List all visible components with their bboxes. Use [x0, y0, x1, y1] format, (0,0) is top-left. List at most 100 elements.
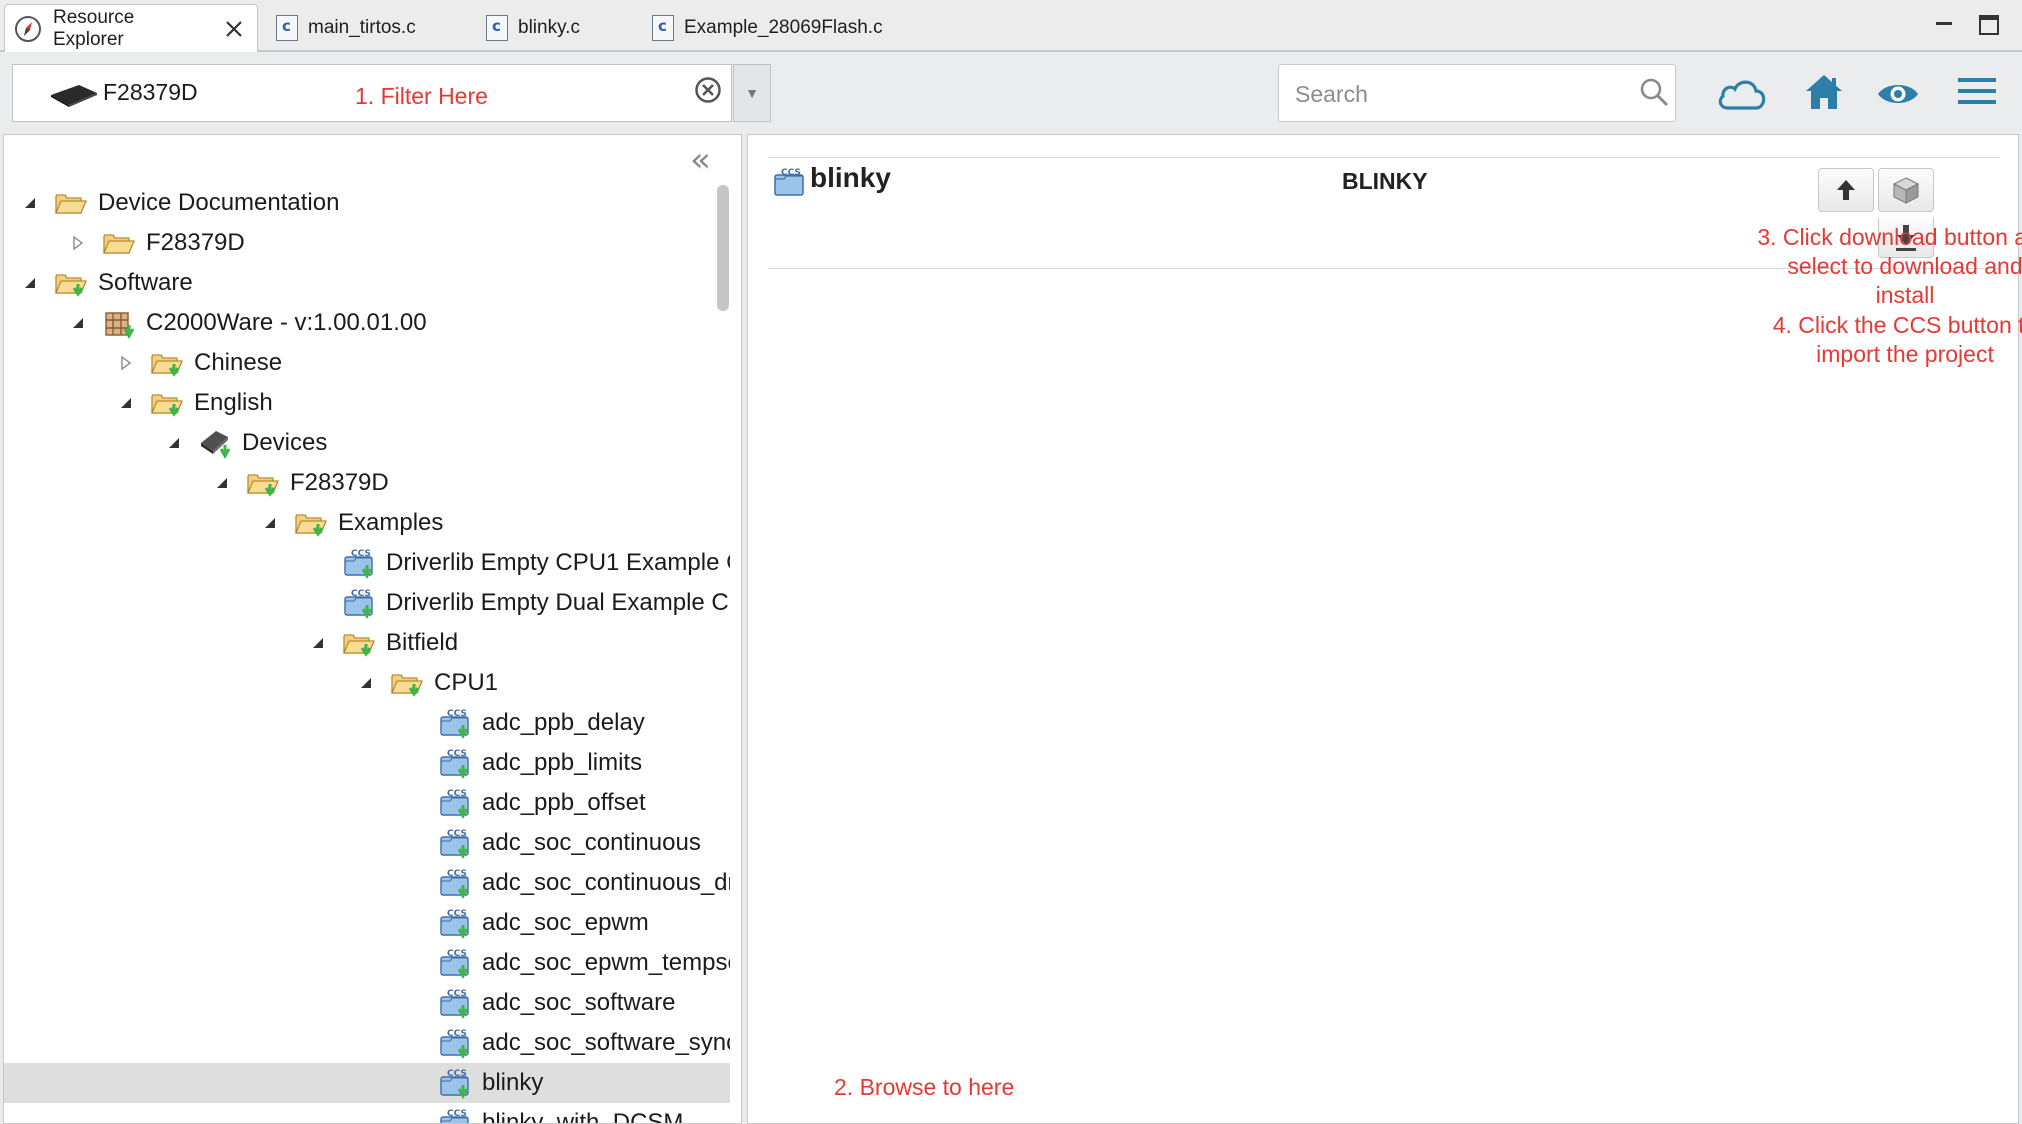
tree-item[interactable]: English	[4, 383, 730, 423]
tree-item[interactable]: C2000Ware - v:1.00.01.00	[4, 303, 730, 343]
tree-item[interactable]: CPU1	[4, 663, 730, 703]
tree-item-label: Driverlib Empty Dual Example CC	[386, 589, 730, 616]
collapse-panel-icon[interactable]: «	[690, 143, 711, 177]
expand-arrow-icon[interactable]	[114, 351, 138, 375]
tree-item[interactable]: CCS adc_soc_epwm_tempsensor	[4, 943, 730, 983]
download-annotation: 3. Click download button and select to d…	[1650, 223, 2022, 310]
search-field[interactable]	[1278, 64, 1676, 122]
tree-item-label: Bitfield	[386, 629, 459, 656]
folder-icon	[54, 268, 88, 298]
detail-heading: BLINKY	[1342, 168, 1428, 194]
collapse-arrow-icon[interactable]	[354, 671, 378, 695]
tree-item[interactable]: Bitfield	[4, 623, 730, 663]
tree-item[interactable]: CCS Driverlib Empty Dual Example CC	[4, 583, 730, 623]
tree-item[interactable]: CCS adc_soc_continuous	[4, 823, 730, 863]
tree-item[interactable]: Software	[4, 263, 730, 303]
tree-item[interactable]: CCS adc_soc_continuous_dma	[4, 863, 730, 903]
filter-dropdown-button[interactable]: ▼	[733, 64, 771, 122]
tree-item[interactable]: CCS adc_soc_software	[4, 983, 730, 1023]
package-icon	[102, 308, 136, 339]
clear-filter-icon[interactable]	[693, 75, 723, 110]
annotation-line: 4. Click the CCS button to	[1772, 312, 2022, 338]
tree-item-label: CPU1	[434, 669, 499, 696]
detail-title: blinky	[810, 162, 891, 193]
tree-item[interactable]: CCS adc_ppb_offset	[4, 783, 730, 823]
collapse-arrow-icon[interactable]	[258, 511, 282, 535]
collapse-arrow-icon[interactable]	[306, 631, 330, 655]
tab-resource-explorer[interactable]: Resource Explorer	[4, 4, 258, 52]
svg-text:CCS: CCS	[447, 949, 467, 959]
tree-scrollbar-thumb[interactable]	[717, 185, 729, 311]
go-up-button[interactable]	[1818, 168, 1874, 212]
tree-item-label: F28379D	[290, 469, 389, 496]
collapse-arrow-icon[interactable]	[18, 271, 42, 295]
tree-item[interactable]: CCS adc_soc_epwm	[4, 903, 730, 943]
ccs-project-icon: CCS	[438, 948, 472, 979]
collapse-arrow-icon[interactable]	[162, 431, 186, 455]
resource-detail-panel: CCS blinky BLINKY 3. Click download butt…	[747, 134, 2022, 1124]
tree-item[interactable]: Examples	[4, 503, 730, 543]
chip-icon	[49, 81, 99, 112]
folder-icon	[102, 228, 136, 258]
svg-text:CCS: CCS	[447, 989, 467, 999]
ccs-project-icon: CCS	[438, 788, 472, 819]
arrow-up-icon	[1837, 180, 1855, 200]
ccs-project-icon: CCS	[438, 1108, 472, 1123]
device-filter-field[interactable]: F28379D 1. Filter Here	[12, 64, 732, 122]
collapse-arrow-icon[interactable]	[114, 391, 138, 415]
tree-item-label: Driverlib Empty CPU1 Example C	[386, 549, 730, 576]
ccs-project-icon: CCS	[438, 1068, 472, 1099]
maximize-icon[interactable]	[1978, 14, 2000, 41]
minimize-icon[interactable]	[1934, 14, 1954, 39]
tree-item-label: adc_soc_continuous_dma	[482, 869, 730, 896]
tab-label: Example_28069Flash.c	[684, 17, 883, 38]
collapse-arrow-icon[interactable]	[210, 471, 234, 495]
tree-item[interactable]: CCS blinky	[4, 1063, 730, 1103]
tree-item-label: Device Documentation	[98, 189, 340, 216]
tree-item[interactable]: F28379D	[4, 463, 730, 503]
tab-example-flash[interactable]: Example_28069Flash.c	[652, 4, 883, 52]
eye-icon[interactable]	[1876, 80, 1920, 113]
tree-item-label: adc_soc_epwm	[482, 909, 649, 936]
folder-icon	[294, 508, 328, 538]
menu-icon[interactable]	[1958, 76, 1996, 111]
tree-item[interactable]: Devices	[4, 423, 730, 463]
tree-item[interactable]: CCS adc_ppb_delay	[4, 703, 730, 743]
home-icon[interactable]	[1804, 72, 1844, 117]
cloud-icon[interactable]	[1716, 76, 1768, 117]
import-annotation: 4. Click the CCS button to import the pr…	[1650, 311, 2022, 369]
close-icon[interactable]	[223, 18, 245, 40]
tab-main-tirtos[interactable]: main_tirtos.c	[276, 4, 416, 52]
tree-item[interactable]: CCS blinky_with_DCSM	[4, 1103, 730, 1124]
tree-item-label: F28379D	[146, 229, 245, 256]
svg-text:CCS: CCS	[447, 749, 467, 759]
folder-icon	[246, 468, 280, 498]
collapse-arrow-icon[interactable]	[66, 311, 90, 335]
svg-text:CCS: CCS	[351, 549, 371, 559]
editor-tab-bar: Resource Explorer main_tirtos.c blinky.c…	[0, 0, 2022, 52]
tab-blinky[interactable]: blinky.c	[486, 4, 580, 52]
expand-arrow-icon[interactable]	[66, 231, 90, 255]
svg-text:CCS: CCS	[447, 869, 467, 879]
compass-icon	[13, 14, 43, 44]
search-icon[interactable]	[1639, 77, 1669, 112]
search-input[interactable]	[1293, 77, 1617, 111]
tree-item-label: Devices	[242, 429, 328, 456]
import-ccs-button[interactable]	[1878, 168, 1934, 212]
tree-item[interactable]: Chinese	[4, 343, 730, 383]
tree-item[interactable]: Device Documentation	[4, 183, 730, 223]
tree-item[interactable]: CCS Driverlib Empty CPU1 Example C	[4, 543, 730, 583]
tree-item[interactable]: CCS adc_ppb_limits	[4, 743, 730, 783]
tree-item[interactable]: CCS adc_soc_software_sync	[4, 1023, 730, 1063]
tree-item-label: blinky_with_DCSM	[482, 1109, 684, 1124]
svg-text:CCS: CCS	[447, 709, 467, 719]
filter-annotation: 1. Filter Here	[355, 83, 488, 109]
tree-item-label: adc_ppb_offset	[482, 789, 646, 816]
collapse-arrow-icon[interactable]	[18, 191, 42, 215]
tree-item[interactable]: F28379D	[4, 223, 730, 263]
